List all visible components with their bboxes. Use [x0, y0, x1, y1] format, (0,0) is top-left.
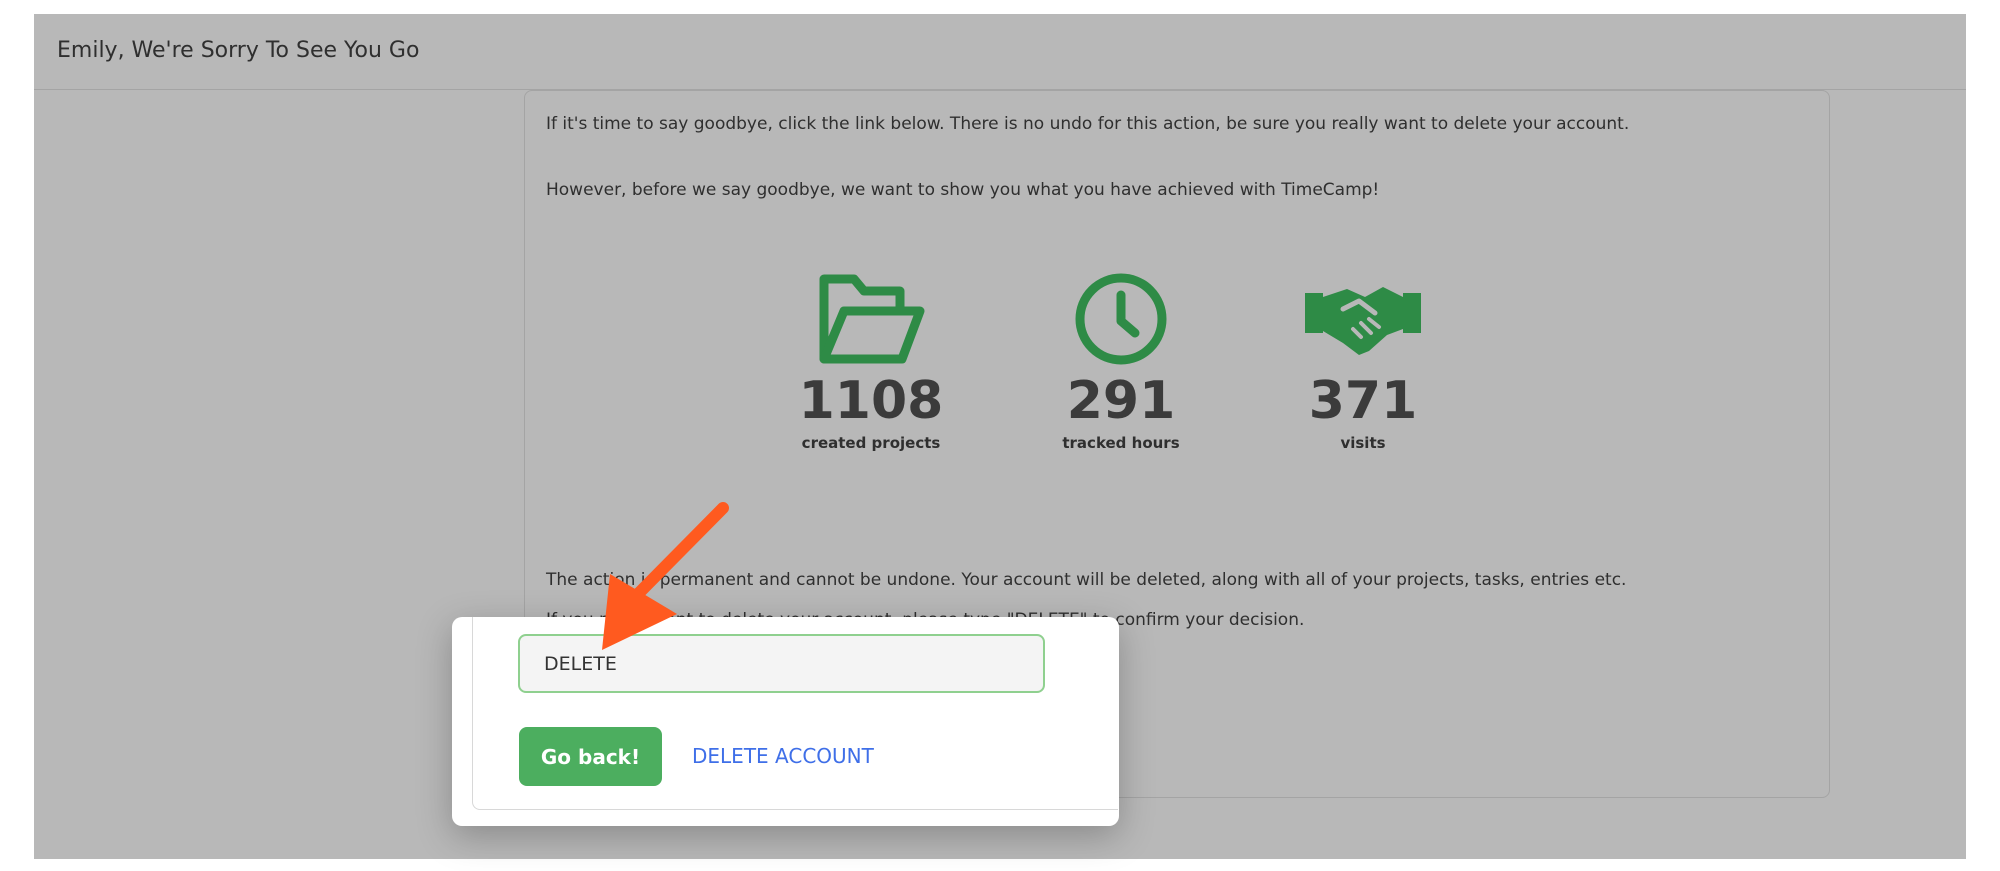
- page-title: Emily, We're Sorry To See You Go: [57, 38, 420, 63]
- stat-label: tracked hours: [1062, 434, 1180, 452]
- folder-open-icon: [819, 274, 925, 364]
- stat-tracked-hours: 291 tracked hours: [1021, 269, 1221, 452]
- stat-value: 371: [1308, 371, 1418, 431]
- warning-text: The action is permanent and cannot be un…: [546, 570, 1627, 590]
- stat-label: visits: [1340, 434, 1386, 452]
- delete-account-link[interactable]: DELETE ACCOUNT: [692, 744, 874, 768]
- screen: Emily, We're Sorry To See You Go If it's…: [0, 0, 2000, 871]
- stat-value: 291: [1066, 371, 1176, 431]
- confirm-delete-form: Go back! DELETE ACCOUNT: [472, 617, 1118, 810]
- go-back-button[interactable]: Go back!: [519, 727, 662, 786]
- stat-visits: 371 visits: [1263, 269, 1463, 452]
- confirm-delete-popup: Go back! DELETE ACCOUNT: [452, 617, 1119, 826]
- intro-text: If it's time to say goodbye, click the l…: [546, 114, 1630, 134]
- handshake-icon: [1305, 287, 1421, 355]
- clock-icon: [1075, 273, 1167, 365]
- confirm-delete-input[interactable]: [518, 634, 1045, 693]
- page-header: Emily, We're Sorry To See You Go: [34, 14, 1966, 90]
- stat-label: created projects: [801, 434, 941, 452]
- stat-value: 1108: [798, 371, 944, 431]
- achievements-intro-text: However, before we say goodbye, we want …: [546, 180, 1380, 200]
- stat-created-projects: 1108 created projects: [771, 269, 971, 452]
